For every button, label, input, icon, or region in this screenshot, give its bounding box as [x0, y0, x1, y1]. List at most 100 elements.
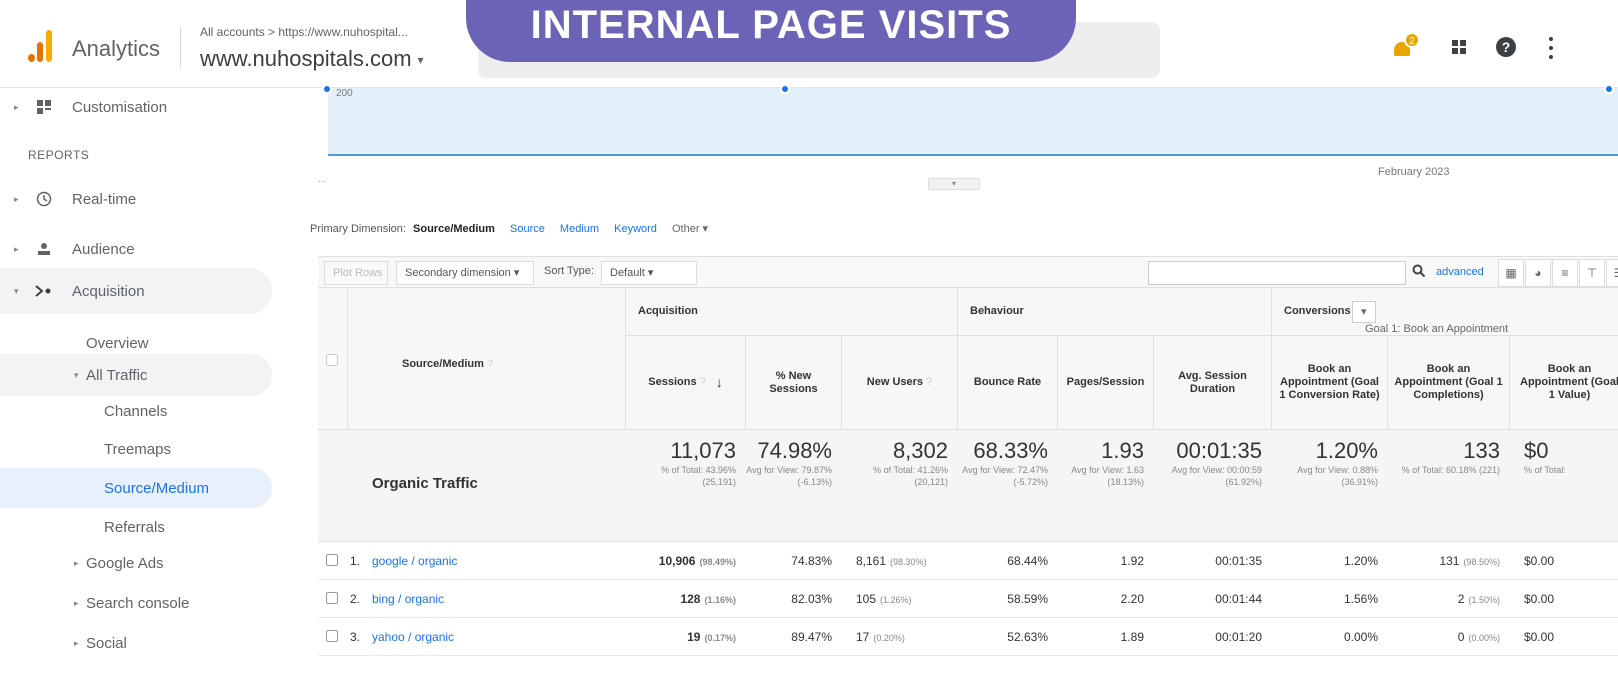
sort-type-value: Default [610, 267, 645, 279]
chart-point[interactable] [780, 84, 790, 94]
row-checkbox[interactable] [326, 554, 338, 566]
total-value: 00:01:35 [1176, 438, 1262, 463]
property-selector[interactable]: www.nuhospitals.com ▾ [200, 46, 424, 72]
total-value: 74.98% [757, 438, 832, 463]
analytics-logo-icon [28, 30, 54, 62]
source-medium-link[interactable]: google / organic [372, 554, 457, 568]
total-value: 1.20% [1315, 438, 1378, 463]
more-vert-icon[interactable] [1548, 37, 1554, 59]
goal-dropdown[interactable]: Goal 1: Book an Appointment ▾ [1352, 301, 1508, 335]
new-users-value: 8,161 [856, 554, 887, 568]
dimension-other-dropdown[interactable]: Other ▾ [672, 223, 708, 235]
sidebar-item-label: Channels [104, 402, 168, 420]
new-users-value: 105 [856, 592, 877, 606]
dimension-link-medium[interactable]: Medium [560, 223, 599, 235]
notifications-bell-icon[interactable]: 2 [1392, 32, 1420, 58]
dimension-link-keyword[interactable]: Keyword [614, 223, 657, 235]
pages-session-column-header[interactable]: Pages/Session [1058, 336, 1154, 430]
sidebar-item-label: Social [86, 634, 127, 652]
expand-arrow-icon: ▸ [74, 557, 79, 568]
breadcrumb[interactable]: All accounts > https://www.nuhospital... [200, 25, 408, 39]
search-icon[interactable] [1412, 264, 1426, 281]
completions-pct: (0.00%) [1468, 633, 1500, 643]
chart-point[interactable] [1604, 84, 1614, 94]
column-label: Book an Appointment (Goal 1 Conversion R… [1279, 363, 1380, 401]
dimension-link-source[interactable]: Source [510, 223, 545, 235]
table-search-input[interactable] [1148, 261, 1406, 285]
sidebar-item-label: Acquisition [72, 282, 145, 300]
source-medium-link[interactable]: bing / organic [372, 592, 444, 606]
total-value: 8,302 [892, 438, 948, 463]
bounce-rate-cell: 52.63% [1007, 630, 1048, 644]
title-banner: INTERNAL PAGE VISITS [466, 0, 1076, 62]
new-users-cell: 8,161 (98.30%) [842, 554, 958, 568]
table-row: 3. yahoo / organic 19 (0.17%) 89.47% 17 (0… [318, 618, 1618, 656]
chevron-down-icon: ▾ [417, 53, 424, 68]
column-label: New Users [866, 376, 924, 388]
help-icon: ? [926, 376, 933, 388]
completions-value: 131 [1439, 554, 1460, 568]
row-checkbox[interactable] [326, 630, 338, 642]
chart-y-label: 200 [336, 88, 353, 99]
select-all-checkbox[interactable] [326, 354, 338, 366]
total-sub: Avg for View: 79.87% (-6.13%) [746, 465, 832, 487]
expand-arrow-icon: ▸ [14, 193, 19, 204]
total-sub: % of Total: [1524, 465, 1566, 475]
total-avg-duration: 00:01:35 Avg for View: 00:00:59 (61.92%) [1154, 438, 1272, 538]
total-sub: Avg for View: 00:00:59 (61.92%) [1171, 465, 1262, 487]
table-view-icon[interactable]: ▦ [1498, 259, 1524, 287]
column-label: Pages/Session [1066, 376, 1145, 388]
total-sub: Avg for View: 0.88% (36.91%) [1297, 465, 1378, 487]
secondary-dimension-dropdown[interactable]: Secondary dimension ▾ [396, 261, 534, 285]
total-value: 11,073 [670, 438, 736, 463]
total-value: 1.93 [1101, 438, 1144, 463]
reports-section-label: REPORTS [28, 148, 90, 162]
row-number: 3. [350, 630, 361, 644]
app-name: Analytics [72, 36, 161, 61]
total-bounce-rate: 68.33% Avg for View: 72.47% (-5.72%) [958, 438, 1058, 538]
total-pages-session: 1.93 Avg for View: 1.63 (18.13%) [1058, 438, 1154, 538]
plot-rows-button[interactable]: Plot Rows [324, 261, 388, 285]
avg-duration-cell: 00:01:35 [1215, 554, 1262, 568]
goal-conversion-rate-column-header[interactable]: Book an Appointment (Goal 1 Conversion R… [1272, 336, 1388, 430]
source-medium-link[interactable]: yahoo / organic [372, 630, 454, 644]
sort-type-dropdown[interactable]: Default ▾ [601, 261, 697, 285]
chart-scroll-handle[interactable]: ▾ [928, 178, 980, 190]
advanced-link[interactable]: advanced [1436, 266, 1484, 278]
goal-value-cell: $0.00 [1524, 630, 1555, 644]
pie-view-icon[interactable]: ◕ [1525, 259, 1551, 287]
term-cloud-view-icon[interactable]: ☷ [1606, 259, 1618, 287]
comparison-view-icon[interactable]: ⊤ [1579, 259, 1605, 287]
bounce-rate-column-header[interactable]: Bounce Rate [958, 336, 1058, 430]
goal-completions-column-header[interactable]: Book an Appointment (Goal 1 Completions) [1388, 336, 1510, 430]
new-sessions-column-header[interactable]: % New Sessions [746, 336, 842, 430]
sessions-pct: (0.17%) [704, 633, 736, 643]
column-label: Book an Appointment (Goal 1 Value) [1520, 363, 1618, 401]
sessions-column-header[interactable]: Sessions? ↓ [626, 336, 746, 430]
avg-duration-cell: 00:01:44 [1215, 592, 1262, 606]
dimension-other-label: Other [671, 223, 700, 235]
conversions-label: Conversions [1284, 305, 1351, 317]
chart-point[interactable] [322, 84, 332, 94]
view-toggle-group: ▦ ◕ ≡ ⊤ ☷ ⋮ [1498, 259, 1618, 287]
new-users-column-header[interactable]: New Users? [842, 336, 958, 430]
apps-grid-icon[interactable] [1452, 40, 1466, 54]
expand-arrow-icon: ▸ [74, 637, 79, 648]
row-checkbox[interactable] [326, 592, 338, 604]
new-sessions-cell: 82.03% [791, 592, 832, 606]
sessions-chart: 200 [322, 84, 1618, 156]
completions-value: 0 [1457, 630, 1465, 644]
new-users-pct: (0.20%) [873, 633, 905, 643]
sessions-value: 128 [680, 592, 701, 606]
sidebar-item-label: Google Ads [86, 554, 164, 572]
table-toolbar: Plot Rows Secondary dimension ▾ Sort Typ… [318, 256, 1618, 288]
total-conversion-rate: 1.20% Avg for View: 0.88% (36.91%) [1272, 438, 1388, 538]
completions-pct: (1.50%) [1468, 595, 1500, 605]
performance-view-icon[interactable]: ≡ [1552, 259, 1578, 287]
goal-value-column-header[interactable]: Book an Appointment (Goal 1 Value) [1510, 336, 1618, 430]
help-icon[interactable]: ? [1496, 37, 1516, 57]
avg-session-duration-column-header[interactable]: Avg. Session Duration [1154, 336, 1272, 430]
header-checkbox-cell [318, 288, 348, 430]
source-medium-header[interactable]: Source/Medium ? [402, 358, 493, 370]
total-sub: % of Total: 43.96% (25,191) [661, 465, 736, 487]
